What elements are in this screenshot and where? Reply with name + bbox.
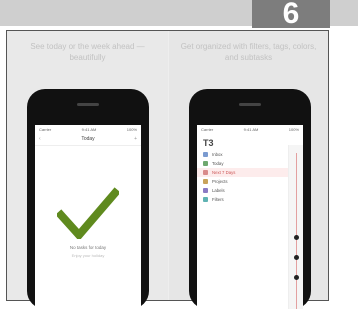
status-battery: 100%: [288, 127, 299, 132]
task-dot: [294, 255, 299, 260]
week-calendar-icon: [203, 170, 208, 175]
nav-title: Today: [81, 136, 95, 142]
menu-item-label: Today: [212, 161, 224, 166]
right-phone-screen: Carrier 9:41 AM 100% T3 Inbox Today Next…: [197, 125, 303, 309]
today-divider-line: [296, 153, 297, 309]
calendar-icon: [203, 161, 208, 166]
right-caption: Get organized with filters, tags, colors…: [180, 42, 317, 62]
status-carrier: Carrier: [201, 127, 214, 132]
add-task-icon[interactable]: +: [134, 134, 137, 145]
screenshot-frame: See today or the week ahead — beautifull…: [6, 30, 329, 309]
nav-bar: ‹ Today +: [35, 134, 141, 146]
menu-item-label: Next 7 Days: [212, 170, 236, 175]
menu-item-label: Inbox: [212, 152, 223, 157]
status-time: 9:41 AM: [81, 127, 97, 132]
step-number-badge: 6: [252, 0, 330, 28]
menu-item-label: Filters: [212, 197, 224, 202]
speaker-grille: [77, 103, 99, 106]
menu-item-label: Projects: [212, 179, 228, 184]
empty-state-subtext: Enjoy your holiday: [71, 253, 105, 258]
status-bar: Carrier 9:41 AM 100%: [35, 125, 141, 134]
speaker-grille: [239, 103, 261, 106]
status-bar: Carrier 9:41 AM 100%: [197, 125, 303, 134]
filter-icon: [203, 197, 208, 202]
status-carrier: Carrier: [39, 127, 52, 132]
tag-icon: [203, 188, 208, 193]
right-panel: Get organized with filters, tags, colors…: [169, 31, 328, 309]
left-phone-screen: Carrier 9:41 AM 100% ‹ Today + No tasks …: [35, 125, 141, 309]
left-caption: See today or the week ahead — beautifull…: [30, 42, 145, 62]
left-phone: Carrier 9:41 AM 100% ‹ Today + No tasks …: [27, 89, 149, 309]
folder-icon: [203, 179, 208, 184]
right-phone: Carrier 9:41 AM 100% T3 Inbox Today Next…: [189, 89, 311, 309]
status-battery: 100%: [126, 127, 137, 132]
task-dot: [294, 275, 299, 280]
task-dot: [294, 235, 299, 240]
status-time: 9:41 AM: [243, 127, 259, 132]
menu-item-label: Labels: [212, 188, 225, 193]
back-icon[interactable]: ‹: [39, 134, 41, 145]
left-panel: See today or the week ahead — beautifull…: [7, 31, 168, 309]
checkmark-icon: [57, 187, 119, 239]
inbox-icon: [203, 152, 208, 157]
empty-state-message: No tasks for today: [69, 245, 107, 250]
